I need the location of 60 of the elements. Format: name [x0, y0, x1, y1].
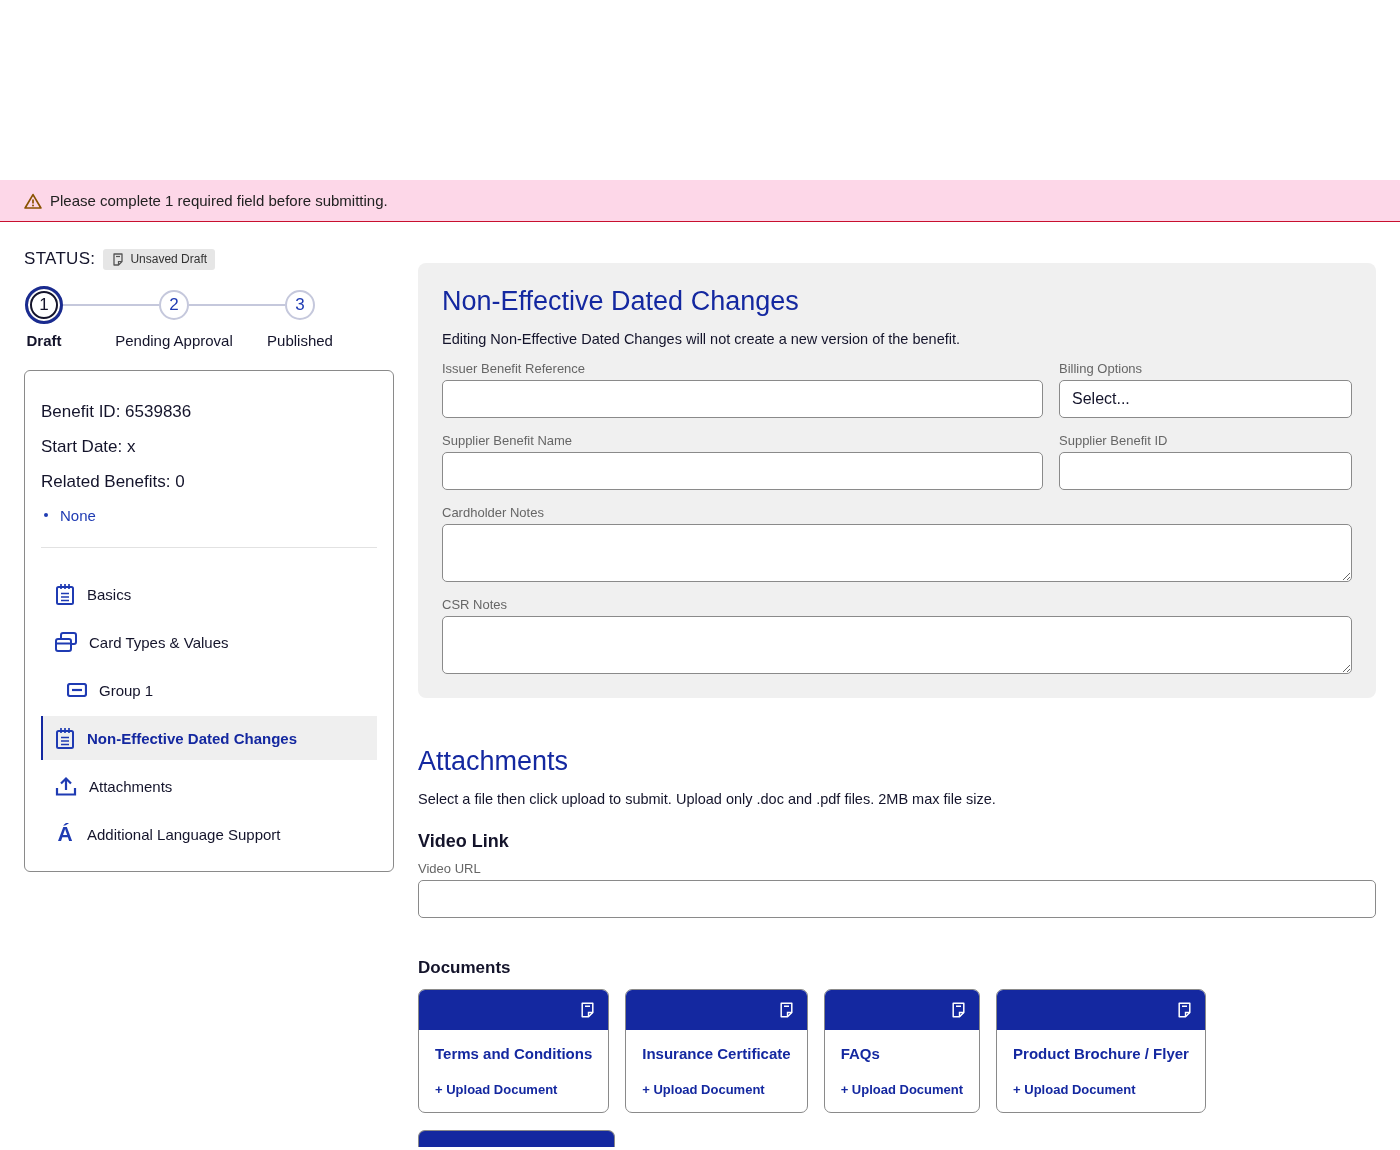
- card-icon: [67, 683, 87, 697]
- document-title: Insurance Certificate: [642, 1045, 791, 1063]
- nav-item[interactable]: Card Types & Values: [41, 620, 377, 664]
- upload-icon: [55, 776, 77, 796]
- document-icon: [1177, 1002, 1191, 1018]
- nav-item[interactable]: Á Additional Language Support: [41, 812, 377, 856]
- nav-item[interactable]: Basics: [41, 572, 377, 616]
- upload-link[interactable]: + Upload Document: [840, 1081, 964, 1099]
- input-field[interactable]: [442, 380, 1043, 418]
- step-label: Published: [267, 332, 333, 350]
- notepad-icon: [55, 727, 75, 749]
- document-icon: [113, 252, 124, 266]
- document-title: FAQs: [840, 1045, 881, 1063]
- cards-icon: [55, 632, 77, 652]
- related-link[interactable]: None: [60, 506, 96, 524]
- document-icon: [581, 1002, 595, 1018]
- alert-message: Please complete 1 required field before submitting.: [50, 192, 388, 209]
- field-label: Supplier Benefit Name: [442, 432, 574, 450]
- field-label: Cardholder Notes: [442, 504, 545, 522]
- input-field[interactable]: [1059, 452, 1352, 490]
- textarea-field[interactable]: [442, 616, 1352, 674]
- input-field[interactable]: [418, 880, 1376, 918]
- section-title: Non-Effective Dated Changes: [442, 285, 800, 318]
- section-description: Select a file then click upload to submit. Upload only .doc and .pdf files. 2MB max file size.: [418, 790, 997, 809]
- section-description: Editing Non-Effective Dated Changes will not create a new version of the benefit.: [442, 330, 961, 349]
- nav-item[interactable]: Attachments: [41, 764, 377, 808]
- section-title: Attachments: [418, 745, 570, 778]
- summary-text: Start Date: x: [41, 436, 137, 458]
- document-title: Product Brochure / Flyer: [1013, 1045, 1189, 1063]
- document-icon: [952, 1002, 966, 1018]
- notepad-icon: [55, 583, 75, 605]
- nav-item[interactable]: Group 1: [41, 668, 377, 712]
- field-label: Billing Options: [1059, 360, 1144, 378]
- field-label: CSR Notes: [442, 596, 509, 614]
- field-label: Issuer Benefit Reference: [442, 360, 587, 378]
- summary-text: Related Benefits: 0: [41, 471, 186, 493]
- step-indicator: 2: [159, 290, 189, 320]
- select-field[interactable]: Select...: [1059, 380, 1352, 418]
- upload-link[interactable]: + Upload Document: [1013, 1081, 1136, 1099]
- bullet-icon: [44, 513, 48, 517]
- subsection-title: Documents: [418, 957, 512, 979]
- step-label: Draft: [26, 332, 62, 350]
- textarea-field[interactable]: [442, 524, 1352, 582]
- nav-item[interactable]: Non-Effective Dated Changes: [41, 716, 377, 760]
- step-label: Pending Approval: [115, 332, 233, 350]
- badge-text: Unsaved Draft: [130, 252, 208, 266]
- step-indicator: 3: [285, 290, 315, 320]
- summary-text: Benefit ID: 6539836: [41, 401, 193, 423]
- warning-icon: [24, 192, 42, 209]
- document-title: Terms and Conditions: [435, 1045, 593, 1063]
- upload-link[interactable]: + Upload Document: [435, 1081, 558, 1099]
- accent-letter-icon: Á: [55, 823, 75, 845]
- input-field[interactable]: [442, 452, 1043, 490]
- document-icon: [779, 1002, 793, 1018]
- step-indicator: 1: [25, 286, 63, 324]
- status-label: STATUS:: [24, 249, 96, 269]
- subsection-title: Video Link: [418, 830, 510, 853]
- upload-link[interactable]: + Upload Document: [642, 1081, 765, 1099]
- field-label: Supplier Benefit ID: [1059, 432, 1169, 450]
- field-label: Video URL: [418, 860, 482, 878]
